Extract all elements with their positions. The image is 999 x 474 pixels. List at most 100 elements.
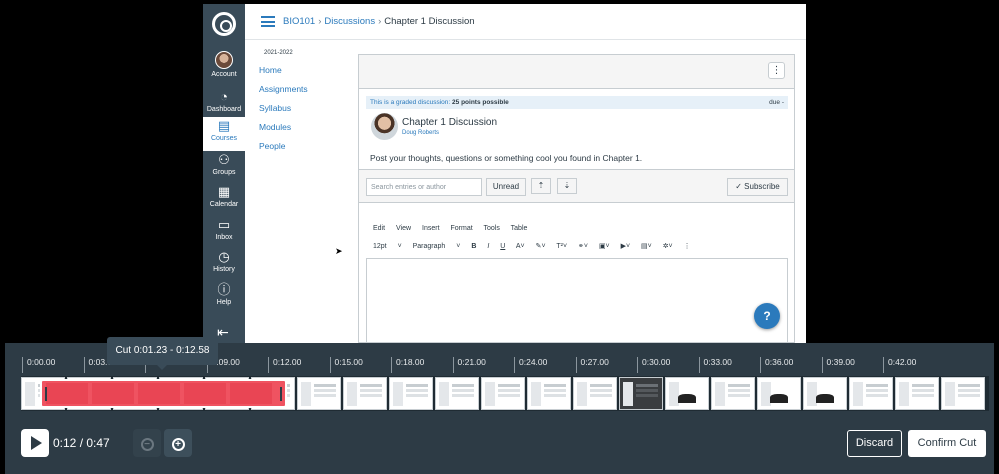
- apps-icon: ✲˅: [662, 243, 673, 250]
- clock-icon: ◷: [218, 249, 230, 264]
- question-icon: ⓘ: [217, 282, 231, 297]
- video-thumbnail: [297, 377, 341, 410]
- underline-icon: U: [500, 243, 506, 250]
- link-icon: ⚭˅: [578, 243, 588, 250]
- nav-label: Inbox: [215, 234, 233, 241]
- font-size-value: 12pt: [373, 243, 387, 250]
- text-color-icon: A˅: [515, 243, 525, 250]
- nav-label: Courses: [210, 135, 238, 142]
- breadcrumb-separator-icon: ›: [378, 16, 382, 27]
- search-entries-field: Search entries or author: [366, 178, 482, 196]
- confirm-cut-button[interactable]: Confirm Cut: [908, 430, 986, 457]
- video-frame: Account ◔ Dashboard ▤ Courses ⚇ Groups ▦…: [203, 4, 806, 343]
- cut-start-handle[interactable]: [45, 387, 47, 401]
- discussion-body: Post your thoughts, questions or somethi…: [370, 153, 643, 163]
- discussion-panel: ⋮ This is a graded discussion: 25 points…: [358, 54, 795, 343]
- user-avatar-icon: [215, 51, 233, 69]
- course-header: BIO101 › Discussions › Chapter 1 Discussion: [245, 4, 806, 40]
- nav-calendar: ▦ Calendar: [203, 183, 245, 215]
- nav-dashboard: ◔ Dashboard: [203, 88, 245, 120]
- image-icon: ▣˅: [598, 243, 610, 250]
- video-thumbnail: [711, 377, 755, 410]
- cut-end-handle[interactable]: [280, 387, 282, 401]
- cut-thumbnail: [184, 383, 226, 404]
- canvas-logo-icon: [212, 12, 236, 36]
- zoom-in-button[interactable]: +: [164, 429, 192, 457]
- course-nav-assignments: Assignments: [259, 84, 308, 94]
- editor-menu-format: Format: [450, 225, 473, 232]
- timeline-tick: 0:18.00: [391, 357, 424, 373]
- block-format-value: Paragraph: [412, 243, 446, 250]
- help-button-icon: ?: [754, 303, 780, 329]
- video-thumbnail: [435, 377, 479, 410]
- graded-prefix: This is a graded discussion:: [370, 99, 451, 106]
- play-button[interactable]: [21, 429, 49, 457]
- nav-label: Groups: [212, 169, 236, 176]
- collapse-replies-icon: ⇡: [531, 178, 551, 194]
- editor-menu-table: Table: [510, 225, 528, 232]
- video-preview[interactable]: Account ◔ Dashboard ▤ Courses ⚇ Groups ▦…: [0, 0, 999, 343]
- discussion-toolbar: ⋮: [359, 55, 794, 89]
- due-date: due -: [769, 99, 784, 106]
- block-format-select: Paragraph ˅: [412, 243, 461, 250]
- course-navigation: 2021-2022 Home Assignments Syllabus Modu…: [259, 50, 359, 160]
- breadcrumb-course: BIO101: [283, 16, 316, 27]
- subscribe-button: ✓ Subscribe: [727, 178, 788, 196]
- timeline-tick: 0:00.00: [22, 357, 55, 373]
- timeline-tick: 0:27.00: [575, 357, 609, 373]
- discussion-title: Chapter 1 Discussion: [402, 117, 498, 128]
- zoom-out-icon: −: [140, 438, 154, 451]
- timeline-tick: 0:12.00: [268, 357, 301, 373]
- video-thumbnail: [941, 377, 985, 410]
- cut-thumbnail: [92, 383, 134, 404]
- nav-courses: ▤ Courses: [203, 117, 245, 151]
- discard-button[interactable]: Discard: [847, 430, 902, 457]
- course-nav-syllabus: Syllabus: [259, 103, 292, 113]
- editor-toolbar: 12pt ˅ Paragraph ˅ B I U A˅ ✎˅ T²˅ ⚭˅ ▣˅…: [373, 242, 700, 250]
- video-thumbnail: [573, 377, 617, 410]
- nav-label: Calendar: [209, 201, 239, 208]
- nav-label: Account: [211, 71, 237, 78]
- more-options-icon: ⋮: [683, 243, 691, 250]
- course-nav-modules: Modules: [259, 122, 292, 132]
- breadcrumb-separator-icon: ›: [318, 16, 322, 27]
- breadcrumb-section: Discussions: [324, 16, 376, 27]
- timeline-tick: 0:39.00: [821, 357, 855, 373]
- breadcrumb: BIO101 › Discussions › Chapter 1 Discussion: [283, 16, 475, 27]
- dashboard-icon: ◔: [220, 89, 228, 104]
- collapse-nav-icon: ⇤: [217, 324, 229, 340]
- cut-selection[interactable]: [40, 379, 287, 408]
- term-label: 2021-2022: [264, 50, 293, 56]
- font-size-select: 12pt ˅: [373, 243, 402, 250]
- cut-range-tooltip: Cut 0:01.23 - 0:12.58: [107, 337, 218, 370]
- playback-time: 0:12 / 0:47: [53, 436, 110, 450]
- timeline-tick: 0:15.00: [329, 357, 363, 373]
- editor-menu-tools: Tools: [483, 225, 500, 232]
- editor-menu-edit: Edit: [373, 225, 386, 232]
- groups-icon: ⚇: [218, 152, 230, 167]
- document-icon: ▤˅: [641, 243, 652, 250]
- course-nav-people: People: [259, 141, 286, 151]
- video-thumbnail: [481, 377, 525, 410]
- rich-text-area: [366, 258, 788, 343]
- discussion-filter-bar: Search entries or author Unread ⇡ ⇣ ✓ Su…: [359, 169, 794, 203]
- video-thumbnail: [343, 377, 387, 410]
- timeline-tick: 0:33.00: [698, 357, 732, 373]
- video-thumbnail: [619, 377, 663, 410]
- zoom-out-button[interactable]: −: [133, 429, 161, 457]
- nav-history: ◷ History: [203, 248, 245, 280]
- italic-icon: I: [487, 243, 490, 250]
- timeline-tick: 0:42.00: [883, 357, 916, 373]
- graded-banner: This is a graded discussion: 25 points p…: [366, 96, 788, 109]
- timeline-tick: 0:30.00: [637, 357, 670, 373]
- nav-label: Help: [216, 299, 232, 306]
- cut-thumbnail: [138, 383, 180, 404]
- points-possible: 25 points possible: [452, 99, 509, 106]
- editor-menubar: Edit View Insert Format Tools Table: [373, 225, 536, 232]
- video-thumbnail: [895, 377, 939, 410]
- zoom-in-icon: +: [171, 438, 185, 451]
- nav-groups: ⚇ Groups: [203, 151, 245, 183]
- course-nav-home: Home: [259, 65, 282, 75]
- author-name: Doug Roberts: [402, 130, 440, 136]
- unread-button: Unread: [486, 178, 526, 196]
